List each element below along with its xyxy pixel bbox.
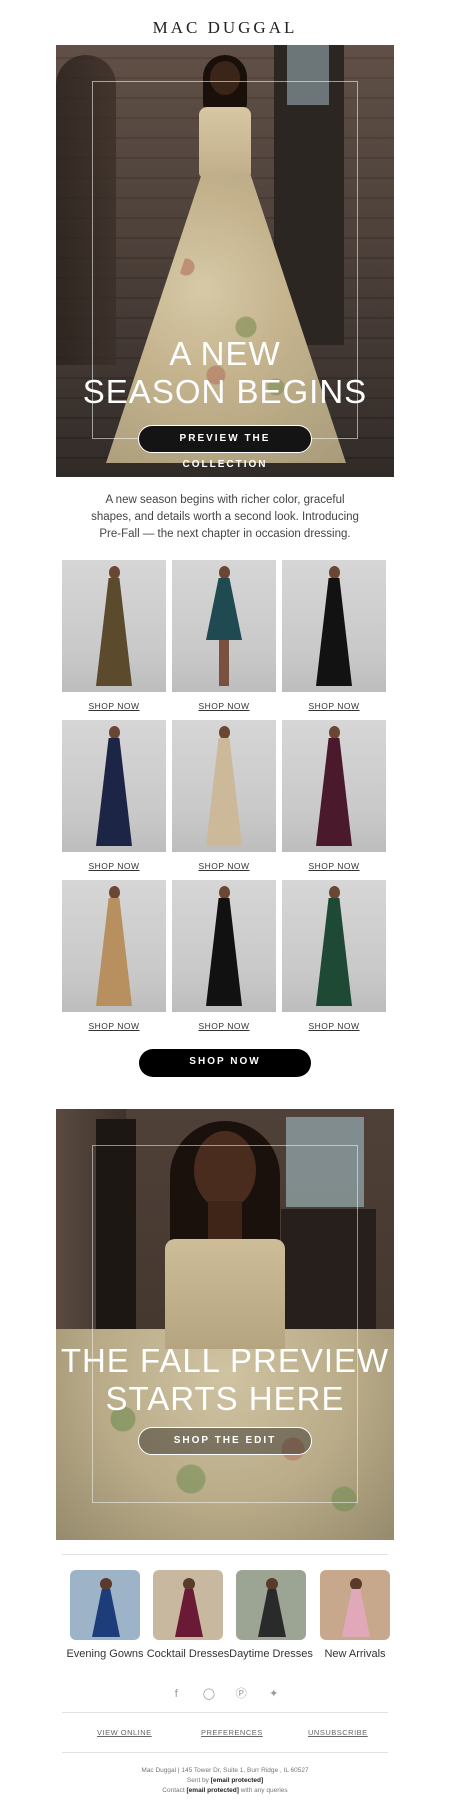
shop-now-link[interactable]: SHOP NOW bbox=[62, 1021, 166, 1031]
dress bbox=[316, 898, 352, 1006]
pinterest-icon[interactable]: Ⓟ bbox=[235, 1688, 247, 1700]
model-legs bbox=[219, 640, 229, 686]
unsubscribe-link[interactable]: UNSUBSCRIBE bbox=[308, 1728, 368, 1737]
hero2-headline-line1: THE FALL PREVIEW bbox=[60, 1342, 390, 1379]
dress bbox=[206, 898, 242, 1006]
hero-headline: A NEW SEASON BEGINS bbox=[56, 335, 394, 411]
product-image[interactable] bbox=[282, 880, 386, 1012]
hero-banner[interactable]: A NEW SEASON BEGINS PREVIEW THE COLLECTI… bbox=[56, 45, 394, 477]
shop-now-link[interactable]: SHOP NOW bbox=[172, 701, 276, 711]
model-head bbox=[219, 566, 230, 579]
model-head bbox=[266, 1578, 278, 1590]
hero-headline-line1: A NEW bbox=[169, 335, 281, 372]
model-head bbox=[329, 566, 340, 579]
fall-preview-banner[interactable]: THE FALL PREVIEW STARTS HERE SHOP THE ED… bbox=[56, 1109, 394, 1540]
model-head bbox=[329, 726, 340, 739]
product-image[interactable] bbox=[172, 720, 276, 852]
category-label[interactable]: New Arrivals bbox=[300, 1648, 410, 1660]
product-image[interactable] bbox=[172, 880, 276, 1012]
dress bbox=[316, 738, 352, 846]
model-head bbox=[219, 886, 230, 899]
shop-now-link[interactable]: SHOP NOW bbox=[282, 861, 386, 871]
model-head bbox=[109, 886, 120, 899]
model-head bbox=[219, 726, 230, 739]
preview-collection-button[interactable]: PREVIEW THE COLLECTION bbox=[138, 425, 312, 470]
category-thumbnail[interactable] bbox=[70, 1570, 140, 1640]
dress bbox=[342, 1589, 370, 1637]
product-image[interactable] bbox=[62, 560, 166, 692]
contact-suffix: with any queries bbox=[240, 1787, 288, 1794]
model-head bbox=[329, 886, 340, 899]
facebook-icon[interactable]: f bbox=[170, 1688, 182, 1700]
contact-email[interactable]: [email protected] bbox=[187, 1787, 239, 1794]
dress bbox=[96, 578, 132, 686]
dress bbox=[96, 898, 132, 1006]
shop-now-link[interactable]: SHOP NOW bbox=[172, 1021, 276, 1031]
shop-now-link[interactable]: SHOP NOW bbox=[282, 701, 386, 711]
category-card[interactable]: New Arrivals bbox=[320, 1570, 390, 1660]
brand-logo[interactable]: MAC DUGGAL bbox=[0, 18, 450, 38]
dress bbox=[206, 738, 242, 846]
category-thumbnail[interactable] bbox=[236, 1570, 306, 1640]
divider bbox=[62, 1712, 388, 1713]
footer-sent-by: Sent by [email protected] bbox=[0, 1776, 450, 1786]
product-image[interactable] bbox=[62, 880, 166, 1012]
category-thumbnail[interactable] bbox=[153, 1570, 223, 1640]
model-head bbox=[109, 566, 120, 579]
model-head bbox=[350, 1578, 362, 1590]
category-card[interactable]: Cocktail Dresses bbox=[147, 1570, 229, 1660]
hero2-headline: THE FALL PREVIEW STARTS HERE bbox=[56, 1342, 394, 1418]
sent-by-email[interactable]: [email protected] bbox=[211, 1777, 263, 1784]
dress bbox=[258, 1589, 286, 1637]
sent-by-prefix: Sent by bbox=[186, 1777, 209, 1784]
model-head bbox=[109, 726, 120, 739]
product-image[interactable] bbox=[282, 720, 386, 852]
divider bbox=[62, 1554, 388, 1555]
shop-now-link[interactable]: SHOP NOW bbox=[282, 1021, 386, 1031]
social-links: f ◯ Ⓟ ✦ bbox=[0, 1684, 450, 1702]
footer-address: Mac Duggal | 145 Tower Dr, Suite 1, Burr… bbox=[141, 1767, 309, 1774]
product-image[interactable] bbox=[282, 560, 386, 692]
category-card[interactable]: Evening Gowns bbox=[66, 1570, 144, 1660]
divider bbox=[62, 1752, 388, 1753]
hero2-headline-line2: STARTS HERE bbox=[105, 1380, 345, 1417]
hero-headline-line2: SEASON BEGINS bbox=[82, 373, 368, 410]
shop-now-link[interactable]: SHOP NOW bbox=[172, 861, 276, 871]
model-head bbox=[183, 1578, 195, 1590]
shop-now-button[interactable]: SHOP NOW bbox=[139, 1049, 311, 1077]
shop-now-link[interactable]: SHOP NOW bbox=[62, 701, 166, 711]
footer-contact: Contact [email protected] with any queri… bbox=[0, 1786, 450, 1796]
instagram-icon[interactable]: ◯ bbox=[203, 1688, 215, 1700]
shop-the-edit-button[interactable]: SHOP THE EDIT bbox=[138, 1427, 312, 1455]
contact-prefix: Contact bbox=[162, 1787, 185, 1794]
twitter-icon[interactable]: ✦ bbox=[268, 1688, 280, 1700]
view-online-link[interactable]: VIEW ONLINE bbox=[97, 1728, 152, 1737]
shop-now-link[interactable]: SHOP NOW bbox=[62, 861, 166, 871]
dress bbox=[92, 1589, 120, 1637]
preferences-link[interactable]: PREFERENCES bbox=[201, 1728, 263, 1737]
product-image[interactable] bbox=[172, 560, 276, 692]
dress bbox=[206, 578, 242, 640]
intro-text: A new season begins with richer color, g… bbox=[91, 494, 359, 540]
category-card[interactable]: Daytime Dresses bbox=[229, 1570, 313, 1660]
footer: Mac Duggal | 145 Tower Dr, Suite 1, Burr… bbox=[0, 1766, 450, 1796]
product-image[interactable] bbox=[62, 720, 166, 852]
model-head bbox=[100, 1578, 112, 1590]
dress bbox=[175, 1589, 203, 1637]
category-thumbnail[interactable] bbox=[320, 1570, 390, 1640]
dress bbox=[316, 578, 352, 686]
dress bbox=[96, 738, 132, 846]
